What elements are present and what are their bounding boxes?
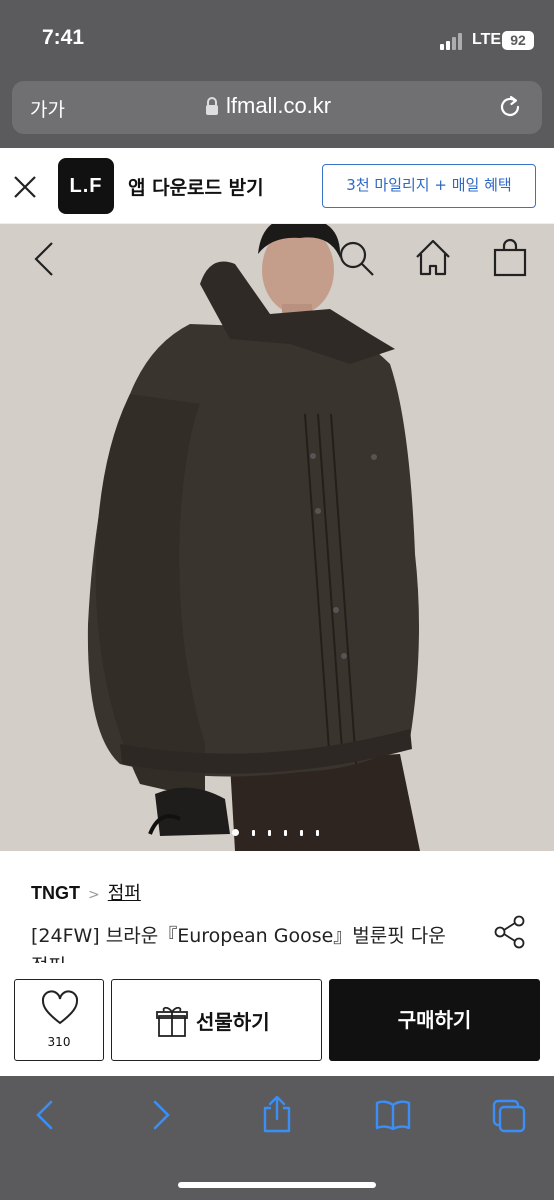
- close-icon[interactable]: [12, 174, 38, 200]
- app-download-banner: L.F 앱 다운로드 받기 3천 마일리지 + 매일 혜택: [0, 148, 554, 224]
- breadcrumb: TNGT > 점퍼: [31, 879, 141, 905]
- bookmarks-icon[interactable]: [374, 1098, 412, 1132]
- gift-label: 선물하기: [196, 1010, 270, 1034]
- status-bar: 7:41 LTE 92: [0, 0, 554, 78]
- brand-link[interactable]: TNGT: [31, 883, 80, 903]
- chevron-right-icon: >: [88, 887, 100, 903]
- pagination-dot[interactable]: [284, 829, 287, 836]
- pagination-dot[interactable]: [268, 829, 271, 836]
- banner-title[interactable]: 앱 다운로드 받기: [128, 173, 264, 200]
- status-time: 7:41: [42, 26, 85, 49]
- safari-back-icon[interactable]: [32, 1098, 56, 1132]
- url-text[interactable]: lfmall.co.kr: [226, 93, 331, 119]
- pagination-dot[interactable]: [252, 829, 255, 836]
- product-image[interactable]: [0, 224, 554, 851]
- app-logo: L.F: [58, 158, 114, 214]
- battery-icon: 92: [502, 31, 534, 50]
- image-pagination[interactable]: [232, 822, 332, 836]
- buy-button[interactable]: 구매하기: [329, 979, 540, 1061]
- shopping-bag-icon[interactable]: [492, 238, 528, 278]
- pagination-dot[interactable]: [300, 829, 303, 836]
- network-type: LTE: [472, 31, 502, 48]
- lock-icon: [206, 97, 218, 115]
- web-page: L.F 앱 다운로드 받기 3천 마일리지 + 매일 혜택 TNGT > 점퍼 …: [0, 148, 554, 1076]
- like-button[interactable]: 310: [14, 979, 104, 1061]
- category-link[interactable]: 점퍼: [108, 883, 141, 904]
- home-icon[interactable]: [414, 238, 452, 278]
- heart-icon: [41, 990, 79, 1025]
- purchase-action-bar: 310 선물하기 구매하기: [0, 963, 554, 1076]
- gift-button[interactable]: 선물하기: [111, 979, 322, 1061]
- pagination-dot[interactable]: [316, 829, 319, 836]
- search-icon[interactable]: [338, 240, 376, 278]
- tabs-icon[interactable]: [490, 1098, 528, 1134]
- reload-icon[interactable]: [496, 93, 524, 121]
- back-icon[interactable]: [30, 240, 60, 278]
- text-size-button[interactable]: 가가: [30, 95, 65, 122]
- gift-icon: [156, 1006, 188, 1037]
- signal-icon: [440, 32, 466, 50]
- product-photo: [0, 224, 554, 851]
- safari-forward-icon[interactable]: [150, 1098, 174, 1132]
- home-indicator: [178, 1182, 376, 1188]
- promo-button[interactable]: 3천 마일리지 + 매일 혜택: [322, 164, 536, 208]
- address-bar[interactable]: 가가 lfmall.co.kr: [12, 81, 542, 134]
- share-icon[interactable]: [494, 915, 526, 949]
- pagination-dot-active[interactable]: [232, 829, 239, 836]
- like-count: 310: [47, 1035, 71, 1049]
- safari-share-icon[interactable]: [260, 1094, 294, 1134]
